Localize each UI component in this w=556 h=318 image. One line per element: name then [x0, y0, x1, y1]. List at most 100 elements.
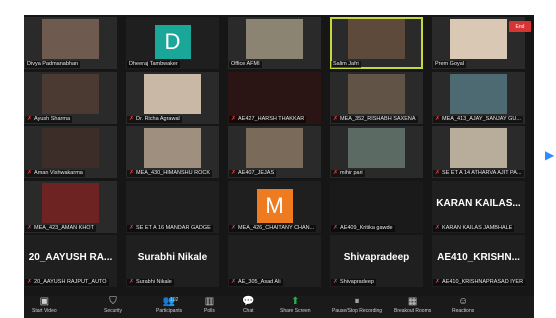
recording-button[interactable]: ⏸ Pause/Stop Recording [332, 296, 382, 318]
mic-muted-icon: ✗ [27, 279, 33, 285]
participant-tile[interactable]: ✗ AE407_JEJAS [228, 126, 321, 178]
participant-name-label: ✗ Aman Vishwakarma [25, 170, 85, 177]
participant-tile[interactable]: ✗ SE ET A 14 ATHARVA AJIT PA... [432, 126, 525, 178]
mic-muted-icon: ✗ [129, 115, 135, 122]
participant-tile[interactable]: Divya Padmanabhan [24, 17, 117, 69]
meeting-window: Divya Padmanabhan D Dheeraj Tambwaker Offic… [24, 15, 534, 318]
participant-name-label: ✗ MEA_352_RISHABH SAXENA [331, 115, 418, 123]
participant-video [450, 73, 507, 114]
toolbar-label: Reactions [452, 308, 475, 314]
mic-muted-icon: ✗ [333, 170, 339, 176]
participant-video [348, 128, 405, 168]
participant-name: MEA_423_AMAN KHOT [34, 224, 94, 231]
participant-name-label: Office AFMI [229, 61, 262, 68]
participant-video [348, 73, 405, 114]
participant-count: 102 [170, 297, 179, 303]
participant-name: SE ET A 14 ATHARVA AJIT PA... [442, 170, 522, 176]
participant-tile[interactable]: ✗ mihir pari [330, 126, 423, 178]
share-screen-button[interactable]: ⬆ Share Screen [280, 296, 311, 318]
toolbar-label: Breakout Rooms [394, 308, 432, 314]
participant-name-label: ✗ Dr. Richa Agrawal [127, 115, 182, 123]
participant-name-label: ✗ AE410_KRISHNAPRASAD IYER [433, 279, 525, 286]
participants-button[interactable]: 👥 102 Participants [156, 296, 182, 318]
participant-tile[interactable]: ✗ Dr. Richa Agrawal [126, 71, 219, 124]
participant-tile[interactable]: M ✗ MEA_426_CHAITANY CHAN... [228, 180, 321, 233]
polls-button[interactable]: ▥ Polls [204, 296, 215, 318]
recording-icon: ⏸ [354, 296, 360, 307]
participant-tile[interactable]: ✗ Aman Vishwakarma [24, 126, 117, 178]
participant-name-label: ✗ 20_AAYUSH RAJPUT_AUTO [25, 279, 109, 286]
shield-button[interactable]: ⛉ Security [104, 296, 122, 318]
participant-tile[interactable]: ✗ MEA_413_AJAY_SANJAY GU... [432, 71, 525, 124]
participant-name: MEA_430_HIMANSHU ROCK [136, 170, 210, 176]
participant-name-label: ✗ Ayush Sharma [25, 115, 73, 123]
toolbar-label: Pause/Stop Recording [332, 308, 383, 314]
end-meeting-button[interactable]: End [509, 21, 531, 32]
mic-muted-icon: ✗ [129, 170, 135, 176]
participant-name: Surabhi Nikale [136, 279, 172, 285]
mic-muted-icon: ✗ [231, 279, 237, 285]
participant-video [450, 128, 507, 168]
mic-muted-icon: ✗ [231, 115, 237, 122]
next-page-arrow-icon[interactable]: ▶ [545, 148, 554, 162]
participant-name: KARAN KAILAS JAMBHALE [442, 224, 513, 231]
participant-tile[interactable]: ✗ AE427_HARSH THAKKAR [228, 71, 321, 124]
participant-name-label: Salim Jafri [331, 61, 361, 68]
participant-name-label: ✗ AE_305_Asad Ali [229, 279, 283, 286]
participant-tile[interactable]: ✗ MEA_423_AMAN KHOT [24, 180, 117, 233]
participant-video [42, 128, 99, 168]
gallery-grid: Divya Padmanabhan D Dheeraj Tambwaker Offic… [24, 17, 534, 287]
participant-tile[interactable]: Office AFMI [228, 17, 321, 69]
participant-tile[interactable]: Salim Jafri [330, 17, 423, 69]
participant-tile[interactable]: KARAN KAILAS... ✗ KARAN KAILAS JAMBHALE [432, 180, 525, 233]
participant-display-name: Shivapradeep [343, 252, 410, 263]
participant-name-label: Dheeraj Tambwaker [127, 61, 180, 68]
participant-name-label: ✗ AE427_HARSH THAKKAR [229, 115, 307, 123]
chat-icon: 💬 [242, 296, 255, 307]
participant-name-label: ✗ Shivapradeep [331, 279, 376, 286]
participant-avatar: M [256, 188, 293, 223]
participant-name-label: Divya Padmanabhan [25, 61, 81, 68]
participant-tile[interactable]: D Dheeraj Tambwaker [126, 17, 219, 69]
participant-name: AE427_HARSH THAKKAR [238, 115, 305, 122]
chat-button[interactable]: 💬 Chat [242, 296, 254, 318]
mic-muted-icon: ✗ [27, 115, 33, 122]
participant-name: Dr. Richa Agrawal [136, 115, 180, 122]
participant-tile[interactable]: ✗ MEA_430_HIMANSHU ROCK [126, 126, 219, 178]
participant-display-name: Surabhi Nikale [137, 252, 208, 263]
toolbar-label: Security [104, 308, 123, 314]
participant-name: 20_AAYUSH RAJPUT_AUTO [34, 279, 107, 285]
participant-tile[interactable]: Surabhi Nikale ✗ Surabhi Nikale [126, 235, 219, 287]
toolbar-label: Share Screen [280, 308, 311, 314]
participant-video [42, 182, 99, 223]
participant-name: Prem Goyal [435, 61, 465, 67]
participant-video [246, 19, 303, 59]
toolbar-label: Participants [156, 308, 183, 314]
participant-tile[interactable]: 20_AAYUSH RA... ✗ 20_AAYUSH RAJPUT_AUTO [24, 235, 117, 287]
participant-tile[interactable]: ✗ Ayush Sharma [24, 71, 117, 124]
participant-video [144, 128, 201, 168]
participant-name: AE410_KRISHNAPRASAD IYER [442, 279, 524, 285]
participant-tile[interactable]: ✗ AE_305_Asad Ali [228, 235, 321, 287]
reactions-button[interactable]: ☺ Reactions [452, 296, 474, 318]
mic-muted-icon: ✗ [231, 170, 237, 176]
participant-display-name: 20_AAYUSH RA... [28, 252, 113, 263]
participant-video [42, 19, 99, 59]
participant-name: AE_305_Asad Ali [238, 279, 281, 285]
participant-name-label: ✗ MEA_430_HIMANSHU ROCK [127, 170, 212, 177]
breakout-rooms-icon: ▦ [407, 296, 418, 307]
participant-tile[interactable]: ✗ MEA_352_RISHABH SAXENA [330, 71, 423, 124]
mic-muted-icon: ✗ [129, 279, 135, 285]
participant-display-name: KARAN KAILAS... [436, 197, 521, 209]
video-button[interactable]: ▣ Start Video [32, 296, 57, 318]
participant-tile[interactable]: ✗ AE409_Kritika gawde [330, 180, 423, 233]
participant-name: AE409_Kritika gawde [340, 224, 393, 231]
breakout-rooms-button[interactable]: ▦ Breakout Rooms [394, 296, 431, 318]
mic-muted-icon: ✗ [27, 224, 33, 231]
participant-tile[interactable]: AE410_KRISHN... ✗ AE410_KRISHNAPRASAD IYER [432, 235, 525, 287]
share-screen-icon: ⬆ [291, 296, 300, 307]
participant-tile[interactable]: ✗ SE ET A 16 MANDAR GADGE [126, 180, 219, 233]
participant-video [450, 19, 507, 59]
participant-tile[interactable]: Shivapradeep ✗ Shivapradeep [330, 235, 423, 287]
participant-name-label: ✗ KARAN KAILAS JAMBHALE [433, 224, 515, 232]
